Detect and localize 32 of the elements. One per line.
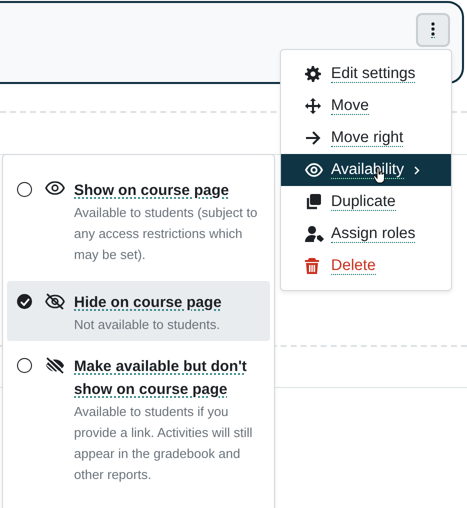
- move-icon: [305, 98, 321, 114]
- kebab-icon: [431, 22, 435, 38]
- menu-item[interactable]: Assign roles: [281, 218, 451, 250]
- radio-button[interactable]: [17, 358, 32, 373]
- menu-item[interactable]: Edit settings: [281, 58, 451, 90]
- eye-icon: [305, 163, 323, 177]
- option-title: Hide on course page: [74, 293, 222, 313]
- menu-item[interactable]: Availability: [281, 154, 451, 186]
- menu-item[interactable]: Duplicate: [281, 186, 451, 218]
- radio-button[interactable]: [17, 294, 32, 309]
- option-title: Show on course page: [74, 181, 230, 201]
- trash-icon: [305, 258, 319, 274]
- menu-item[interactable]: Move: [281, 90, 451, 122]
- option-title: Make available but don't show on course page: [74, 357, 248, 400]
- option-description: Available to students (subject to any access restrictions which may be set).: [74, 204, 258, 264]
- radio-button[interactable]: [17, 182, 32, 197]
- eye-icon: [45, 181, 65, 195]
- availability-option[interactable]: Make available but don't show on course page Available to students if you provide a link. Activities will still appear in the gradebook and other reports.: [7, 341, 270, 497]
- menu-item[interactable]: Move right: [281, 122, 451, 154]
- user-tag-icon: [305, 226, 325, 242]
- more-button[interactable]: [416, 13, 450, 47]
- menu-item[interactable]: Delete: [281, 250, 451, 282]
- availability-option[interactable]: Show on course page Available to students (subject to any access restrictions which may be set).: [7, 165, 270, 277]
- check-icon: [20, 298, 30, 306]
- gear-icon: [305, 66, 321, 82]
- option-description: Not available to students.: [74, 316, 221, 334]
- eye-slash-icon: [45, 293, 65, 310]
- availability-option[interactable]: Hide on course page Not available to students.: [7, 281, 270, 341]
- option-description: Available to students if you provide a link. Activities will still appear in the gradebook and other reports.: [74, 403, 254, 484]
- copy-icon: [305, 194, 321, 210]
- arrow-right-icon: [305, 131, 321, 145]
- eye-slash-icon: [45, 357, 65, 374]
